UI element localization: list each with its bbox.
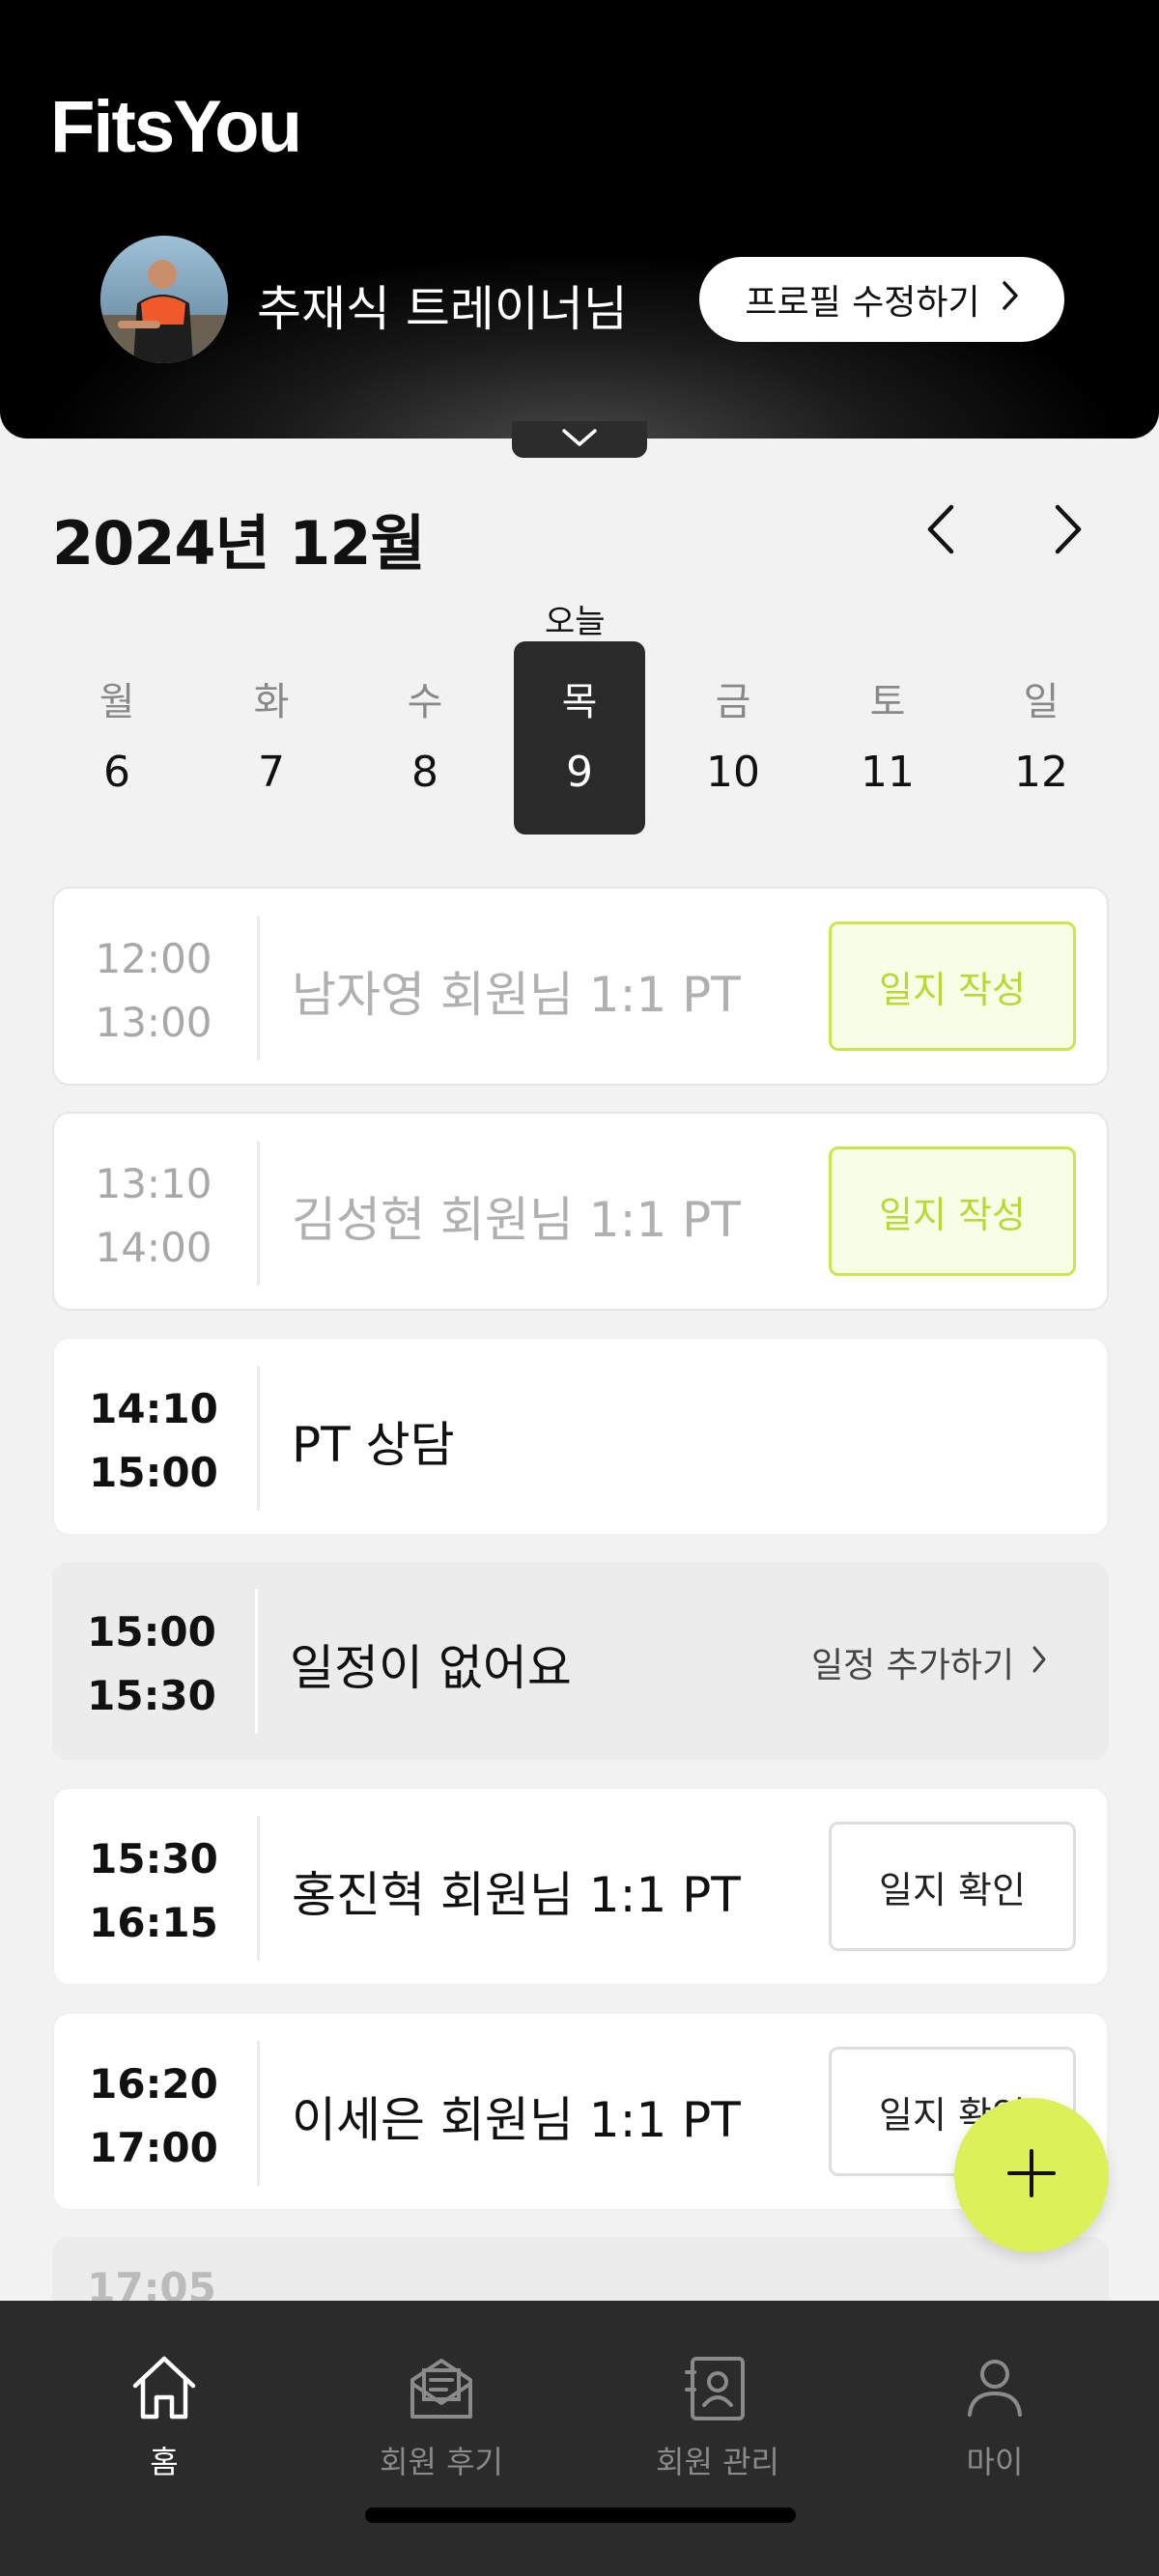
add-schedule-link[interactable]: 일정 추가하기 [811, 1637, 1047, 1687]
day-name: 토 [869, 680, 906, 724]
day-name: 월 [99, 680, 135, 724]
day-number: 6 [103, 748, 130, 797]
chevron-right-icon [1053, 503, 1084, 560]
schedule-title: PT 상담 [292, 1417, 455, 1473]
schedule-card[interactable]: 12:00 13:00 남자영 회원님 1:1 PT 일지 작성 [52, 887, 1109, 1086]
contact-book-icon [621, 2349, 814, 2426]
end-time: 17:00 [89, 2124, 218, 2171]
day-number: 8 [411, 748, 438, 797]
home-indicator [365, 2507, 796, 2523]
day-number: 11 [861, 748, 915, 797]
divider [255, 1589, 258, 1734]
time-range: 14:10 15:00 [81, 1377, 226, 1505]
start-time: 12:00 [95, 935, 212, 982]
home-icon [68, 2349, 261, 2426]
mail-review-icon [345, 2349, 538, 2426]
trainer-name: 추재식 트레이너님 [257, 281, 628, 337]
schedule-card[interactable]: 13:10 14:00 김성현 회원님 1:1 PT 일지 작성 [52, 1112, 1109, 1311]
divider [257, 916, 260, 1061]
divider [257, 1816, 260, 1961]
divider [257, 1141, 260, 1286]
day-sunday[interactable]: 일 12 [975, 641, 1107, 835]
day-name: 수 [407, 680, 443, 724]
today-label: 오늘 [545, 603, 606, 641]
end-time: 15:00 [89, 1449, 218, 1496]
write-log-button[interactable]: 일지 작성 [829, 1146, 1076, 1276]
day-number: 7 [258, 748, 285, 797]
schedule-card[interactable]: 14:10 15:00 PT 상담 [52, 1337, 1109, 1536]
add-schedule-label: 일정 추가하기 [811, 1646, 1015, 1685]
edit-profile-label: 프로필 수정하기 [745, 283, 980, 323]
time-range: 12:00 13:00 [81, 927, 226, 1055]
chevron-right-icon [1032, 1643, 1047, 1683]
start-time: 15:30 [89, 1835, 218, 1882]
schedule-title: 일정이 없어요 [290, 1640, 572, 1696]
write-log-button[interactable]: 일지 작성 [829, 921, 1076, 1051]
profile-header: FitsYou 추재식 트레이너님 프로필 수정하기 [0, 0, 1159, 439]
nav-member-reviews[interactable]: 회원 후기 [345, 2349, 538, 2482]
divider [257, 2041, 260, 2186]
prev-week-button[interactable] [914, 500, 968, 562]
schedule-card[interactable]: 15:30 16:15 홍진혁 회원님 1:1 PT 일지 확인 [52, 1787, 1109, 1986]
user-icon [898, 2349, 1091, 2426]
plus-icon [1005, 2147, 1058, 2204]
nav-label: 홈 [150, 2444, 179, 2480]
day-name: 금 [715, 680, 751, 724]
day-thursday-selected[interactable]: 목 9 [514, 641, 645, 835]
end-time: 13:00 [95, 999, 212, 1046]
end-time: 15:30 [87, 1672, 216, 1719]
app-logo: FitsYou [50, 86, 302, 168]
time-range: 16:20 17:00 [81, 2052, 226, 2180]
chevron-right-icon [1002, 280, 1019, 320]
schedule-card[interactable]: 16:20 17:00 이세은 회원님 1:1 PT 일지 확인 [52, 2012, 1109, 2211]
schedule-title: 이세은 회원님 1:1 PT [292, 2092, 741, 2148]
day-saturday[interactable]: 토 11 [822, 641, 953, 835]
start-time: 14:10 [89, 1385, 218, 1432]
chevron-down-icon [560, 427, 599, 453]
add-schedule-fab[interactable] [954, 2098, 1109, 2252]
nav-my[interactable]: 마이 [898, 2349, 1091, 2482]
start-time: 16:20 [89, 2060, 218, 2108]
trainer-avatar[interactable] [100, 236, 228, 363]
nav-label: 회원 후기 [380, 2444, 503, 2480]
nav-label: 회원 관리 [656, 2444, 779, 2480]
divider [257, 1366, 260, 1511]
chevron-left-icon [925, 503, 956, 560]
day-friday[interactable]: 금 10 [667, 641, 799, 835]
day-number: 10 [706, 748, 760, 797]
time-range: 13:10 14:00 [81, 1152, 226, 1280]
edit-profile-button[interactable]: 프로필 수정하기 [699, 257, 1064, 342]
next-week-button[interactable] [1041, 500, 1095, 562]
day-name: 화 [253, 680, 290, 724]
day-wednesday[interactable]: 수 8 [359, 641, 491, 835]
day-number: 12 [1014, 748, 1068, 797]
schedule-title: 남자영 회원님 1:1 PT [292, 967, 741, 1023]
month-title: 2024년 12월 [52, 508, 426, 579]
nav-label: 마이 [966, 2444, 1024, 2480]
day-tuesday[interactable]: 화 7 [206, 641, 337, 835]
header-collapse-handle[interactable] [512, 421, 647, 458]
nav-member-management[interactable]: 회원 관리 [621, 2349, 814, 2482]
day-name: 일 [1023, 680, 1060, 724]
view-log-button[interactable]: 일지 확인 [829, 1822, 1076, 1951]
day-monday[interactable]: 월 6 [51, 641, 183, 835]
schedule-title: 홍진혁 회원님 1:1 PT [292, 1867, 741, 1923]
start-time: 13:10 [95, 1160, 212, 1207]
bottom-nav: 홈 회원 후기 회원 관리 마이 [0, 2301, 1159, 2576]
day-name: 목 [561, 680, 598, 724]
nav-home[interactable]: 홈 [68, 2349, 261, 2482]
empty-slot-card: 15:00 15:30 일정이 없어요 일정 추가하기 [52, 1562, 1109, 1761]
schedule-title: 김성현 회원님 1:1 PT [292, 1192, 741, 1248]
time-range: 15:00 15:30 [79, 1600, 224, 1728]
start-time: 15:00 [87, 1608, 216, 1656]
day-number: 9 [566, 748, 593, 797]
end-time: 14:00 [95, 1224, 212, 1271]
time-range: 15:30 16:15 [81, 1827, 226, 1955]
end-time: 16:15 [89, 1899, 218, 1946]
